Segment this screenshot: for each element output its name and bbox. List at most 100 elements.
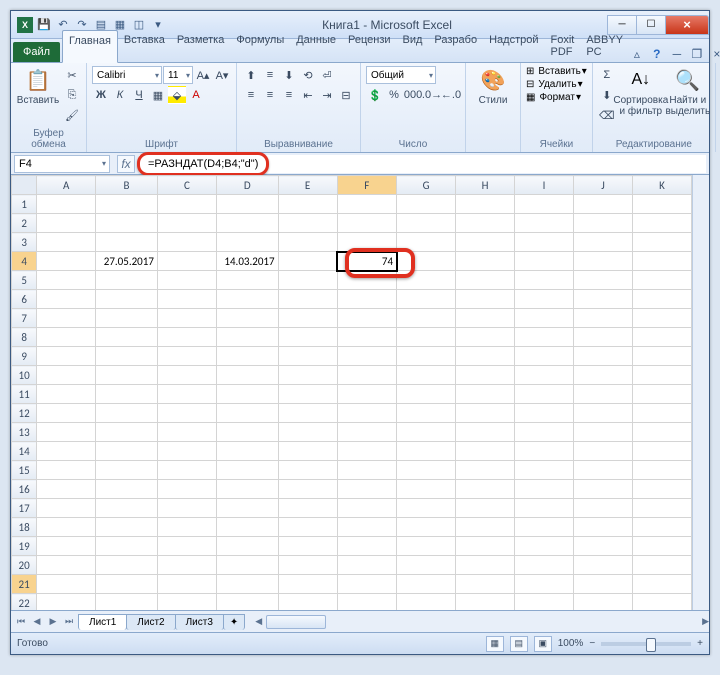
- ribbon-tab[interactable]: Разметка: [171, 30, 231, 62]
- cell[interactable]: [337, 594, 397, 611]
- cell[interactable]: [157, 480, 216, 499]
- close-button[interactable]: ×: [665, 15, 709, 35]
- cell[interactable]: [157, 347, 216, 366]
- cell[interactable]: [216, 347, 278, 366]
- cell[interactable]: [96, 518, 158, 537]
- cell[interactable]: [278, 423, 337, 442]
- insert-button[interactable]: ⊞Вставить ▾: [526, 66, 587, 77]
- cell[interactable]: [216, 480, 278, 499]
- row-header[interactable]: 10: [12, 366, 37, 385]
- cell[interactable]: [37, 537, 96, 556]
- cell[interactable]: [37, 575, 96, 594]
- format-button[interactable]: ▦Формат ▾: [526, 92, 587, 103]
- cell[interactable]: [632, 214, 691, 233]
- cell[interactable]: [515, 271, 574, 290]
- cell[interactable]: [456, 309, 515, 328]
- column-header[interactable]: F: [337, 176, 397, 195]
- fill-color-icon[interactable]: ⬙: [168, 86, 186, 104]
- cell[interactable]: [37, 214, 96, 233]
- cell[interactable]: [96, 575, 158, 594]
- cell[interactable]: [216, 537, 278, 556]
- cell[interactable]: [397, 233, 456, 252]
- cell[interactable]: [37, 366, 96, 385]
- ribbon-tab[interactable]: Рецензи: [342, 30, 397, 62]
- cell[interactable]: [278, 290, 337, 309]
- cell[interactable]: [573, 385, 632, 404]
- row-header[interactable]: 9: [12, 347, 37, 366]
- cell[interactable]: [96, 442, 158, 461]
- row-header[interactable]: 17: [12, 499, 37, 518]
- help-icon[interactable]: ?: [649, 46, 665, 62]
- cell[interactable]: [515, 480, 574, 499]
- percent-icon[interactable]: %: [385, 86, 403, 104]
- cell[interactable]: [515, 214, 574, 233]
- cell[interactable]: [456, 575, 515, 594]
- cell[interactable]: [216, 214, 278, 233]
- cell[interactable]: [96, 385, 158, 404]
- cell[interactable]: [632, 271, 691, 290]
- cell[interactable]: [515, 309, 574, 328]
- cell[interactable]: [456, 480, 515, 499]
- row-header[interactable]: 19: [12, 537, 37, 556]
- ribbon-tab[interactable]: Вставка: [118, 30, 171, 62]
- cell[interactable]: [37, 252, 96, 271]
- cell[interactable]: [37, 233, 96, 252]
- ribbon-tab[interactable]: Разрабо: [428, 30, 483, 62]
- cell[interactable]: [278, 404, 337, 423]
- cell[interactable]: [96, 480, 158, 499]
- cell[interactable]: [456, 556, 515, 575]
- cell[interactable]: [216, 233, 278, 252]
- cell[interactable]: [456, 461, 515, 480]
- underline-button[interactable]: Ч: [130, 86, 148, 104]
- cell[interactable]: [515, 461, 574, 480]
- cell[interactable]: [96, 404, 158, 423]
- cell[interactable]: [96, 537, 158, 556]
- cell[interactable]: [96, 347, 158, 366]
- comma-icon[interactable]: 000: [404, 86, 422, 104]
- cell[interactable]: [515, 328, 574, 347]
- cell[interactable]: [337, 233, 397, 252]
- cell[interactable]: [397, 214, 456, 233]
- cell[interactable]: [157, 442, 216, 461]
- cell[interactable]: [278, 537, 337, 556]
- cell[interactable]: [573, 423, 632, 442]
- column-header[interactable]: A: [37, 176, 96, 195]
- cell[interactable]: [216, 575, 278, 594]
- cell[interactable]: [456, 252, 515, 271]
- cell[interactable]: [157, 385, 216, 404]
- new-sheet-button[interactable]: ✦: [223, 614, 245, 630]
- increase-indent-icon[interactable]: ⇥: [318, 86, 336, 104]
- cell[interactable]: [456, 195, 515, 214]
- ribbon-tab[interactable]: Foxit PDF: [545, 30, 581, 62]
- cell[interactable]: [157, 556, 216, 575]
- cell[interactable]: [278, 575, 337, 594]
- column-header[interactable]: E: [278, 176, 337, 195]
- row-header[interactable]: 1: [12, 195, 37, 214]
- cell[interactable]: [632, 347, 691, 366]
- row-header[interactable]: 12: [12, 404, 37, 423]
- cell[interactable]: [632, 423, 691, 442]
- cell[interactable]: [157, 233, 216, 252]
- cell[interactable]: [96, 290, 158, 309]
- cell[interactable]: [337, 214, 397, 233]
- cell[interactable]: [37, 271, 96, 290]
- cell[interactable]: [157, 328, 216, 347]
- cell[interactable]: [337, 271, 397, 290]
- cell[interactable]: [96, 366, 158, 385]
- cell[interactable]: [632, 252, 691, 271]
- cell[interactable]: [278, 366, 337, 385]
- cell[interactable]: [157, 499, 216, 518]
- cell[interactable]: [37, 423, 96, 442]
- cell[interactable]: [37, 404, 96, 423]
- cell[interactable]: [397, 366, 456, 385]
- decrease-decimal-icon[interactable]: ←.0: [442, 86, 460, 104]
- cell[interactable]: [456, 518, 515, 537]
- currency-icon[interactable]: 💲: [366, 86, 384, 104]
- row-header[interactable]: 6: [12, 290, 37, 309]
- cell[interactable]: [157, 461, 216, 480]
- cell[interactable]: [157, 404, 216, 423]
- cell[interactable]: [96, 195, 158, 214]
- cell[interactable]: [515, 252, 574, 271]
- cell[interactable]: [337, 480, 397, 499]
- cell[interactable]: [278, 556, 337, 575]
